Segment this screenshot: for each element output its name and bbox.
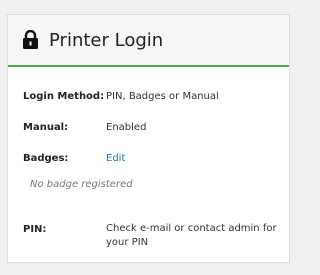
card-header: Printer Login xyxy=(8,15,289,67)
pin-value: Check e-mail or contact admin for your P… xyxy=(106,223,277,248)
manual-value: Enabled xyxy=(106,122,147,133)
printer-login-card: Printer Login Login Method: PIN, Badges … xyxy=(7,14,290,263)
login-method-label: Login Method: xyxy=(23,91,105,102)
pin-label: PIN: xyxy=(23,224,47,235)
badges-label: Badges: xyxy=(23,153,69,164)
badges-edit-link[interactable]: Edit xyxy=(106,153,125,164)
login-method-value: PIN, Badges or Manual xyxy=(106,91,219,102)
card-title: Printer Login xyxy=(49,29,164,51)
no-badge-note: No badge registered xyxy=(30,179,133,190)
lock-icon xyxy=(22,29,39,50)
manual-label: Manual: xyxy=(23,122,69,133)
